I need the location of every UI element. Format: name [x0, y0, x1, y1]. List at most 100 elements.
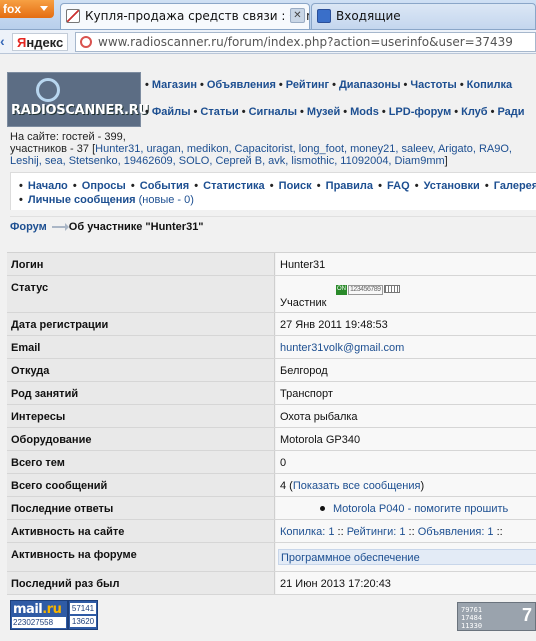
site-identity-icon[interactable]: [80, 36, 92, 48]
show-all-posts-link[interactable]: Показать все сообщения: [293, 480, 421, 492]
new-messages-count[interactable]: (новые - 0): [139, 194, 194, 206]
online-members-prefix: участников - 37 [: [10, 143, 96, 155]
row-label: Дата регистрации: [7, 313, 275, 335]
liveinternet-counter[interactable]: 79761 17484 11330 7: [457, 602, 536, 631]
nav-stats[interactable]: Статистика: [203, 180, 265, 192]
mailru-count-1: 57141: [70, 603, 96, 614]
activity-ratings-link[interactable]: Рейтинги: 1: [347, 526, 406, 538]
nav-home[interactable]: Начало: [28, 180, 68, 192]
table-row: Оборудование Motorola GP340: [7, 428, 536, 451]
nav-faq[interactable]: FAQ: [387, 180, 410, 192]
status-cell: ON 123456789 Участник: [276, 276, 536, 312]
table-row: Активность на форуме Программное обеспеч…: [7, 543, 536, 572]
address-toolbar: ‹ Яндекс www.radioscanner.ru/forum/index…: [0, 30, 536, 54]
location-value: Белгород: [276, 359, 536, 381]
table-row: Всего тем 0: [7, 451, 536, 474]
posts-value: 4: [280, 480, 287, 492]
row-label: Логин: [7, 253, 275, 275]
last-reply-link[interactable]: Motorola P040 - помогите прошить: [333, 503, 508, 515]
table-row: Последние ответы Motorola P040 - помогит…: [7, 497, 536, 520]
login-value: Hunter31: [276, 253, 536, 275]
topnav-files[interactable]: Файлы: [152, 106, 191, 118]
row-label: Род занятий: [7, 382, 275, 404]
topnav-rating[interactable]: Рейтинг: [286, 79, 329, 91]
last-seen-value: 21 Июн 2013 17:20:43: [276, 572, 536, 594]
topnav-freqs[interactable]: Частоты: [410, 79, 456, 91]
main-nav: • Начало • Опросы • События • Статистика…: [10, 172, 536, 210]
topnav-kopilka[interactable]: Копилка: [467, 79, 512, 91]
back-arrow-icon[interactable]: ‹: [0, 33, 10, 51]
row-label: Статус: [7, 276, 275, 312]
topnav-shop[interactable]: Магазин: [152, 79, 197, 91]
status-value: Участник: [280, 297, 327, 309]
dropdown-arrow-icon: [40, 6, 48, 11]
topnav-museum[interactable]: Музей: [307, 106, 340, 118]
site-activity-cell: Копилка: 1 :: Рейтинги: 1 :: Объявления:…: [276, 520, 536, 542]
table-row: Всего сообщений 4 (Показать все сообщени…: [7, 474, 536, 497]
topnav-mods[interactable]: Mods: [350, 106, 379, 118]
mailru-counter[interactable]: mail.ru 223027558: [10, 600, 68, 630]
yandex-button[interactable]: Яндекс: [12, 33, 69, 51]
reg-date-value: 27 Янв 2011 19:48:53: [276, 313, 536, 335]
online-user-list-cont[interactable]: Leshij, sea, Stetsenko, 19462609, SOLO, …: [10, 155, 445, 167]
breadcrumb-forum[interactable]: Форум: [10, 221, 47, 233]
firefox-menu-button[interactable]: fox: [0, 0, 54, 18]
row-label: Последний раз был: [7, 572, 275, 594]
counter-n3: 11330: [461, 622, 483, 630]
tab-inbox[interactable]: Входящие: [311, 3, 536, 29]
last-replies-cell: Motorola P040 - помогите прошить: [276, 497, 536, 519]
breadcrumb-arrow-icon: [51, 223, 69, 232]
table-row: Дата регистрации 27 Янв 2011 19:48:53: [7, 313, 536, 336]
nav-polls[interactable]: Опросы: [82, 180, 126, 192]
topnav-signals[interactable]: Сигналы: [249, 106, 297, 118]
nav-events[interactable]: События: [140, 180, 189, 192]
email-link[interactable]: hunter31volk@gmail.com: [280, 342, 404, 354]
breadcrumb-current: Об участнике "Hunter31": [68, 221, 204, 233]
logo-text: RADIOSCANNER.RU: [11, 103, 149, 118]
activity-ads-link[interactable]: Объявления: 1: [418, 526, 494, 538]
tab-title: Купля-продажа средств связи : Gun...: [85, 9, 310, 23]
topnav-radio[interactable]: Ради: [497, 106, 524, 118]
online-members-suffix: ]: [444, 155, 448, 167]
counter-n2: 17484: [461, 614, 483, 622]
site-favicon-icon: [66, 9, 80, 23]
topnav-ads[interactable]: Объявления: [207, 79, 276, 91]
table-row: Статус ON 123456789 Участник: [7, 276, 536, 313]
row-label: Откуда: [7, 359, 275, 381]
nav-settings[interactable]: Установки: [424, 180, 480, 192]
forum-activity-bar[interactable]: Программное обеспечение: [278, 549, 536, 565]
row-label: Активность на форуме: [7, 543, 275, 571]
status-rank-icons: ON 123456789: [336, 285, 400, 295]
url-input[interactable]: www.radioscanner.ru/forum/index.php?acti…: [75, 32, 536, 52]
yandex-logo-rest: ндекс: [26, 35, 64, 50]
browser-tab-bar: fox Купля-продажа средств связи : Gun...…: [0, 0, 536, 30]
mailru-total: 223027558: [12, 617, 66, 628]
topnav-articles[interactable]: Статьи: [200, 106, 238, 118]
table-row: Откуда Белгород: [7, 359, 536, 382]
forum-activity-value: Программное обеспечение: [281, 552, 420, 564]
topnav-bands[interactable]: Диапазоны: [339, 79, 401, 91]
nav-personal-messages[interactable]: Личные сообщения: [28, 194, 136, 206]
row-label: Оборудование: [7, 428, 275, 450]
bullet-icon: [320, 506, 325, 512]
online-user-list[interactable]: Hunter31, uragan, medikon, Capacitorist,…: [95, 143, 512, 155]
equipment-value: Motorola GP340: [276, 428, 536, 450]
occupation-value: Транспорт: [276, 382, 536, 404]
tab-active[interactable]: Купля-продажа средств связи : Gun... ✕: [60, 3, 310, 29]
tab-title: Входящие: [336, 9, 401, 23]
row-label: Email: [7, 336, 275, 358]
site-logo[interactable]: RADIOSCANNER.RU: [7, 72, 149, 127]
row-label: Всего тем: [7, 451, 275, 473]
antenna-icon: [36, 78, 60, 102]
topnav-lpd[interactable]: LPD-форум: [389, 106, 452, 118]
activity-kopilka-link[interactable]: Копилка: 1: [280, 526, 334, 538]
mailru-counter-stats[interactable]: 57141 13620: [68, 600, 98, 630]
nav-gallery[interactable]: Галерея: [494, 180, 536, 192]
nav-rules[interactable]: Правила: [326, 180, 373, 192]
status-on-icon: ON: [336, 285, 347, 295]
firefox-menu-label: fox: [3, 2, 21, 16]
close-tab-icon[interactable]: ✕: [290, 8, 305, 23]
topnav-club[interactable]: Клуб: [461, 106, 487, 118]
mailru-count-2: 13620: [70, 616, 96, 627]
nav-search[interactable]: Поиск: [279, 180, 312, 192]
